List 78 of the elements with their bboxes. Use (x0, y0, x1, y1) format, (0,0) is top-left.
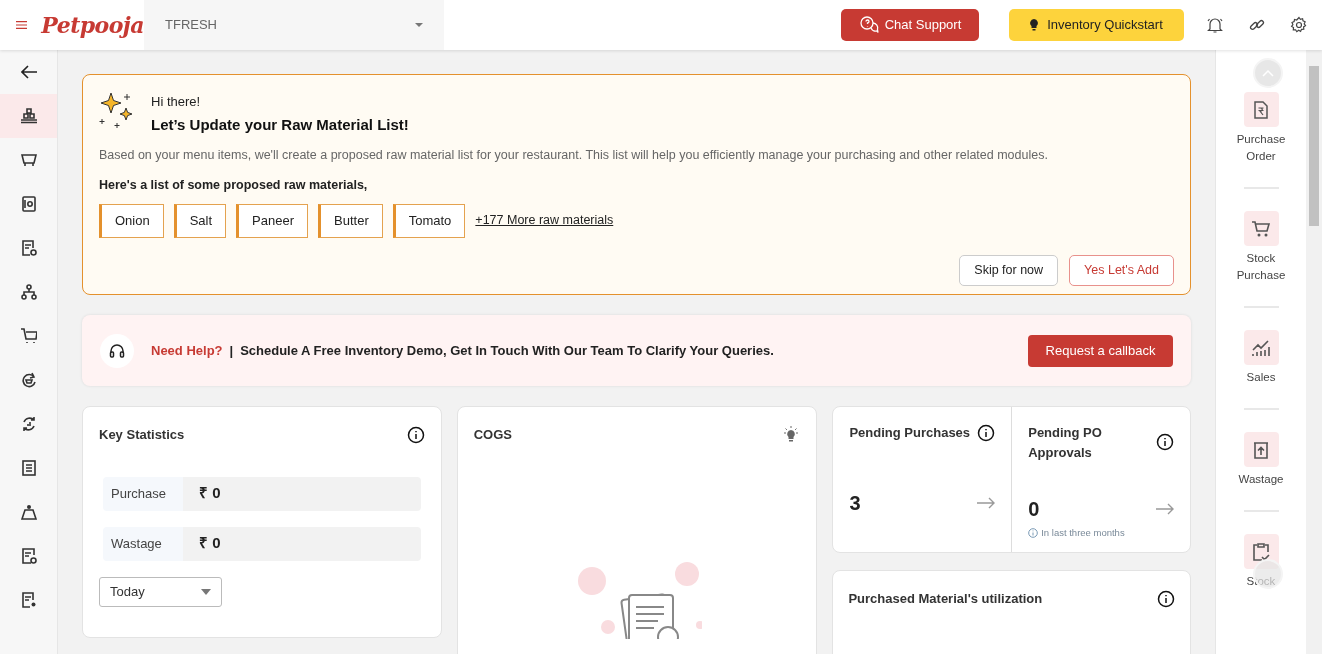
bulb-icon (1030, 19, 1039, 31)
quick-link-tile[interactable] (1243, 92, 1279, 127)
help-message: Schedule A Free Inventory Demo, Get In Touch With Our Team To Clarify Your Queries. (240, 341, 774, 360)
add-button[interactable]: Yes Let's Add (1069, 254, 1174, 286)
rupee-document-icon (1251, 99, 1271, 120)
card-title: Purchased Material's utilization (848, 590, 1043, 608)
clipboard-check-icon (1251, 541, 1271, 562)
report-gear-icon[interactable] (20, 240, 37, 256)
card-title: COGS (473, 426, 512, 444)
pending-count: 0 (1028, 496, 1040, 522)
material-tag: Onion (99, 203, 164, 238)
bell-icon[interactable] (1206, 16, 1224, 34)
settings-icon[interactable] (1290, 16, 1308, 34)
material-tag: Salt (173, 203, 227, 238)
request-callback-button[interactable]: Request a callback (1028, 334, 1173, 367)
note-text: In last three months (1041, 525, 1125, 540)
info-icon (1028, 527, 1039, 538)
quick-link-label[interactable]: Stock Purchase (1226, 250, 1296, 284)
pending-count: 3 (849, 491, 861, 516)
rotate-bowl-icon[interactable] (20, 372, 37, 388)
chat-support-button[interactable]: Chat Support (841, 9, 979, 41)
period-dropdown[interactable]: Today (99, 576, 222, 607)
cart-icon (1251, 218, 1271, 239)
receipt-gear-icon[interactable] (20, 548, 37, 564)
refresh-chart-icon[interactable] (20, 416, 37, 432)
stat-value: ₹ 0 (183, 476, 421, 511)
stat-label: Wastage (103, 526, 183, 561)
separator: | (229, 341, 234, 360)
stat-value: ₹ 0 (183, 526, 421, 561)
outlet-name: TFRESH (165, 16, 217, 35)
link-icon[interactable] (1249, 17, 1265, 33)
quick-link-tile[interactable] (1243, 432, 1279, 467)
info-icon[interactable] (977, 424, 996, 442)
material-tag: Paneer (236, 203, 309, 238)
card-title: Key Statistics (99, 426, 185, 444)
pending-title: Pending Purchases (849, 424, 971, 442)
skip-button[interactable]: Skip for now (959, 254, 1059, 286)
hierarchy-icon[interactable] (20, 284, 37, 300)
quick-link-tile[interactable] (1243, 211, 1279, 246)
bin-upload-icon (1251, 439, 1271, 460)
banner-description: Based on your menu items, we'll create a proposed raw material list for your restaurant. This list will help you efficiently manage your purchasing and other related modules. (99, 147, 1049, 164)
bulb-icon[interactable] (782, 425, 801, 444)
more-materials-link[interactable]: +177 More raw materials (475, 211, 614, 230)
weight-icon[interactable] (20, 504, 37, 520)
need-help-label: Need Help? (151, 341, 223, 360)
pending-title: Pending PO Approvals (1028, 424, 1103, 462)
material-tag: Butter (318, 203, 383, 238)
headset-icon (109, 342, 125, 359)
caret-icon (201, 588, 211, 595)
report-settings-icon[interactable] (20, 592, 37, 608)
quick-link-label[interactable]: Purchase Order (1226, 131, 1296, 165)
cart-icon[interactable] (20, 328, 37, 344)
arrow-right-icon[interactable] (1156, 502, 1174, 515)
info-icon[interactable] (406, 425, 425, 444)
safe-icon[interactable] (20, 196, 37, 212)
stack-icon[interactable] (20, 108, 37, 124)
outlet-selector[interactable]: TFRESH (144, 0, 444, 50)
logo: Petpooja (41, 10, 144, 40)
sales-chart-icon (1251, 337, 1271, 358)
menu-icon[interactable] (16, 18, 28, 32)
greeting: Hi there! (151, 93, 202, 111)
caret-icon (415, 23, 423, 27)
back-arrow-icon[interactable] (20, 65, 37, 79)
chat-bubbles-icon (858, 15, 879, 35)
quick-link-tile[interactable] (1243, 330, 1279, 365)
list-heading: Here's a list of some proposed raw materials, (99, 176, 369, 194)
banner-title: Let’s Update your Raw Material List! (151, 114, 409, 135)
document-list-icon[interactable] (20, 460, 37, 476)
quick-link-label[interactable]: Wastage (1226, 471, 1296, 488)
stat-label: Purchase (103, 476, 183, 511)
chevron-up-icon (1262, 69, 1274, 77)
arrow-right-icon[interactable] (977, 497, 996, 509)
inventory-quickstart-button[interactable]: Inventory Quickstart (1009, 9, 1184, 41)
material-tag: Tomato (392, 203, 466, 238)
info-icon[interactable] (1156, 433, 1174, 451)
info-icon[interactable] (1157, 589, 1175, 608)
tub-icon[interactable] (20, 152, 37, 168)
quick-link-label[interactable]: Sales (1226, 369, 1296, 386)
